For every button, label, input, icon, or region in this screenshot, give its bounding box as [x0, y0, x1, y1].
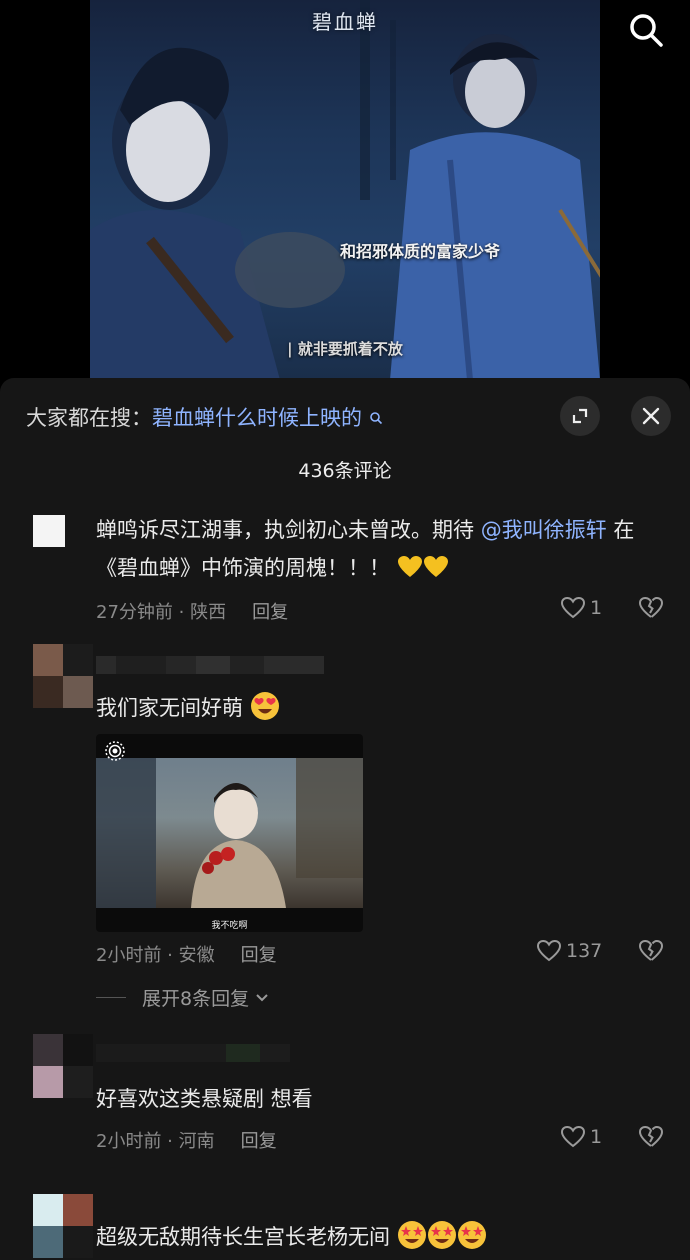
avatar[interactable]	[33, 1034, 93, 1098]
dislike-button[interactable]	[638, 939, 664, 967]
close-sheet-button[interactable]	[631, 396, 671, 436]
username-redacted[interactable]	[96, 1044, 290, 1062]
comment-image-scene	[96, 758, 363, 908]
star-struck-face-icon	[457, 1221, 486, 1249]
comment-text-part: 好喜欢这类悬疑剧 想看	[96, 1087, 313, 1111]
comment-text: 好喜欢这类悬疑剧 想看	[96, 1080, 656, 1118]
yellow-heart-icon	[423, 556, 448, 577]
comment-text-part: 超级无敌期待长生宫长老杨无间	[96, 1225, 390, 1249]
reply-button[interactable]: 回复	[241, 1131, 277, 1152]
comment-meta: 27分钟前 · 陕西 回复	[96, 598, 288, 624]
search-icon	[364, 411, 383, 429]
chevron-down-icon	[256, 993, 268, 1001]
star-struck-face-icon	[397, 1221, 426, 1249]
like-count: 137	[566, 940, 603, 962]
video-subtitle-top: 和招邪体质的富家少爷	[339, 242, 500, 261]
reply-button[interactable]: 回复	[241, 945, 277, 966]
search-button[interactable]	[626, 10, 666, 50]
close-icon	[642, 407, 660, 425]
comment-text: 蝉鸣诉尽江湖事，执剑初心未曾改。期待 @我叫徐振轩 在《碧血蝉》中饰演的周槐！！…	[96, 511, 656, 587]
heart-outline-icon	[560, 596, 586, 619]
video-scene	[90, 0, 600, 380]
video-frame[interactable]: 碧血蝉 和招邪体质的富家少爷 | 就非要抓着不放	[90, 0, 600, 380]
comment-text: 超级无敌期待长生宫长老杨无间	[96, 1218, 656, 1256]
divider	[96, 997, 126, 998]
search-suggestion-query[interactable]: 碧血蝉什么时候上映的	[152, 406, 362, 430]
broken-heart-icon	[638, 939, 664, 961]
comment-time-location: 2小时前 · 安徽	[96, 945, 215, 966]
username-redacted[interactable]	[96, 656, 324, 674]
like-button[interactable]: 137	[536, 939, 602, 963]
video-player[interactable]: 碧血蝉 和招邪体质的富家少爷 | 就非要抓着不放	[0, 0, 690, 380]
comment-time-location: 27分钟前 · 陕西	[96, 602, 227, 623]
like-button[interactable]: 1	[560, 596, 602, 620]
broken-heart-icon	[638, 1125, 664, 1147]
like-count: 1	[590, 1126, 603, 1148]
expand-replies-label: 展开8条回复	[142, 988, 250, 1010]
like-button[interactable]: 1	[560, 1125, 602, 1149]
comment-meta: 2小时前 · 河南 回复	[96, 1127, 277, 1153]
avatar[interactable]	[33, 515, 65, 547]
like-count: 1	[590, 597, 603, 619]
search-suggestion-prefix: 大家都在搜：	[26, 406, 152, 430]
yellow-heart-icon	[397, 556, 422, 577]
search-icon	[630, 14, 663, 47]
star-struck-face-icon	[427, 1221, 456, 1249]
comment-count: 436条评论	[298, 460, 392, 482]
user-mention-link[interactable]: @我叫徐振轩	[481, 518, 607, 542]
video-subtitle-bottom: | 就非要抓着不放	[287, 340, 403, 358]
comment-text: 我们家无间好萌	[96, 689, 656, 727]
comments-sheet: 大家都在搜：碧血蝉什么时候上映的 436条评论 蝉鸣诉尽江湖事，执剑初心未曾改。…	[0, 378, 690, 1260]
dislike-button[interactable]	[638, 1125, 664, 1153]
heart-outline-icon	[536, 939, 562, 962]
heart-outline-icon	[560, 1125, 586, 1148]
reply-button[interactable]: 回复	[252, 602, 288, 623]
search-suggestion[interactable]: 大家都在搜：碧血蝉什么时候上映的	[26, 402, 383, 432]
comment-image[interactable]: 我不吃啊	[96, 734, 363, 932]
avatar[interactable]	[33, 644, 93, 708]
comment-text-part: 我们家无间好萌	[96, 696, 243, 720]
expand-replies-button[interactable]: 展开8条回复	[96, 984, 269, 1011]
comment-time-location: 2小时前 · 河南	[96, 1131, 215, 1152]
heart-eyes-face-icon	[250, 692, 279, 720]
expand-sheet-button[interactable]	[560, 396, 600, 436]
expand-icon	[572, 408, 588, 424]
live-photo-icon	[105, 741, 125, 761]
broken-heart-icon	[638, 596, 664, 618]
comment-image-caption: 我不吃啊	[211, 921, 248, 931]
avatar[interactable]	[33, 1194, 93, 1258]
show-logo: 碧血蝉	[312, 10, 378, 34]
comment-meta: 2小时前 · 安徽 回复	[96, 941, 277, 967]
comment-text-part: 蝉鸣诉尽江湖事，执剑初心未曾改。期待	[96, 518, 481, 542]
comment-image-content: 我不吃啊	[96, 758, 363, 931]
dislike-button[interactable]	[638, 596, 664, 624]
